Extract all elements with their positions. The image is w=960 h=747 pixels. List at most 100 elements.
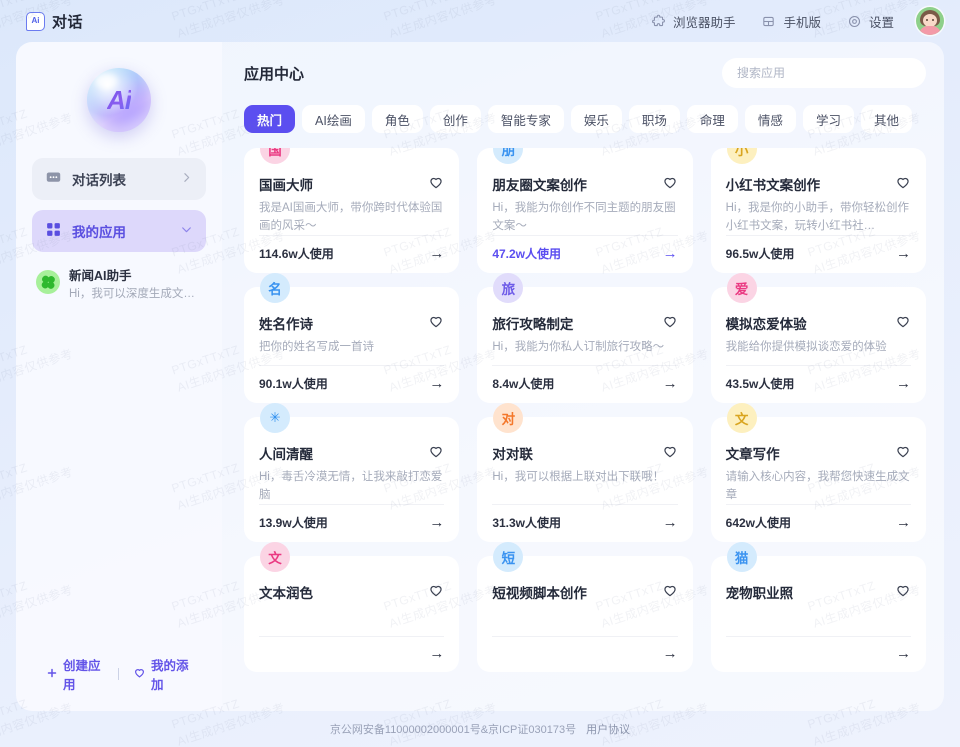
favorite-heart-icon[interactable] [662, 174, 678, 195]
category-tabs: 热门 AI绘画 角色 创作 智能专家 娱乐 职场 命理 情感 学习 其他 [244, 105, 926, 133]
search-box[interactable] [722, 58, 926, 88]
tab-9[interactable]: 学习 [802, 105, 854, 133]
arrow-right-icon[interactable]: → [429, 646, 444, 661]
arrow-right-icon[interactable]: → [663, 515, 678, 530]
tab-8[interactable]: 情感 [744, 105, 796, 133]
app-card[interactable]: 旅旅行攻略制定 Hi，我能为你私人订制旅行攻略～ 8.4w人使用 → [477, 273, 693, 403]
avatar-eye-right [932, 19, 934, 21]
nav-mobile-version[interactable]: 手机版 [761, 12, 821, 31]
app-card-footer: 8.4w人使用 → [492, 365, 678, 392]
sidebar-item-my-apps[interactable]: 我的应用 [32, 210, 206, 252]
app-card-avatar: 小 [726, 148, 757, 164]
favorite-heart-icon[interactable] [895, 582, 911, 603]
my-favorites-button[interactable]: 我的添加 [119, 655, 206, 693]
nav-browser-assistant-label: 浏览器助手 [672, 15, 736, 30]
arrow-right-icon[interactable]: → [896, 376, 911, 391]
app-card-title: 人间清醒 [259, 447, 313, 462]
search-input[interactable] [737, 66, 911, 80]
favorite-heart-icon[interactable] [428, 313, 444, 334]
favorite-heart-icon[interactable] [895, 174, 911, 195]
tab-10[interactable]: 其他 [860, 105, 912, 133]
app-shell: Ai 对话列表 我的应用 新闻AI助手 Hi，我可以深度生成文案 创建应用 我的… [16, 42, 944, 711]
app-card-header: 文本润色 [259, 582, 444, 603]
sidebar-footer: 创建应用 我的添加 [32, 641, 206, 711]
tab-7[interactable]: 命理 [686, 105, 738, 133]
brand[interactable]: Ai 对话 [26, 11, 83, 32]
top-bar: Ai 对话 浏览器助手 手机版 设置 [0, 0, 960, 42]
sidebar-app-item[interactable]: 新闻AI助手 Hi，我可以深度生成文案，也可… [32, 262, 206, 308]
app-card-header: 人间清醒 [259, 443, 444, 464]
avatar[interactable] [916, 7, 944, 35]
plus-icon [46, 667, 58, 682]
app-card-title: 文本润色 [259, 586, 313, 601]
nav-browser-assistant[interactable]: 浏览器助手 [651, 12, 736, 31]
favorite-heart-icon[interactable] [662, 313, 678, 334]
app-card-title: 小红书文案创作 [725, 178, 821, 193]
favorite-heart-icon[interactable] [895, 443, 911, 464]
arrow-right-icon[interactable]: → [663, 646, 678, 661]
app-card[interactable]: 短短视频脚本创作 → [477, 542, 693, 672]
app-card-footer: 90.1w人使用 → [259, 365, 445, 392]
app-card[interactable]: 小小红书文案创作 Hi，我是你的小助手，带你轻松创作小红书文案，玩转小红书社… 96… [710, 148, 926, 273]
grid-icon [45, 221, 62, 241]
tab-4[interactable]: 智能专家 [487, 105, 564, 133]
chat-icon [45, 169, 62, 189]
favorite-heart-icon[interactable] [428, 582, 444, 603]
sidebar-item-chat-list[interactable]: 对话列表 [32, 158, 206, 200]
tab-6[interactable]: 职场 [628, 105, 680, 133]
nav-settings[interactable]: 设置 [847, 12, 894, 31]
app-card-header: 宠物职业照 [726, 582, 911, 603]
arrow-right-icon[interactable]: → [896, 515, 911, 530]
app-card-title: 模拟恋爱体验 [725, 317, 807, 332]
arrow-right-icon[interactable]: → [429, 515, 444, 530]
favorite-heart-icon[interactable] [428, 174, 444, 195]
tab-label: 智能专家 [500, 113, 551, 128]
app-card[interactable]: 文文章写作 请输入核心内容，我帮您快速生成文章 642w人使用 → [710, 403, 926, 542]
app-card-avatar: 国 [260, 148, 290, 164]
app-card-usage-count: 90.1w人使用 [259, 377, 328, 391]
arrow-right-icon[interactable]: → [896, 646, 911, 661]
brand-logo-icon: Ai [26, 11, 45, 31]
app-card-avatar: 旅 [493, 273, 524, 303]
sidebar-item-my-apps-label: 我的应用 [72, 225, 126, 240]
app-card-footer: 47.2w人使用 → [492, 235, 678, 262]
tab-5[interactable]: 娱乐 [570, 105, 622, 133]
app-card-header: 国画大师 [259, 174, 444, 195]
tab-label: 其他 [873, 113, 899, 128]
arrow-right-icon[interactable]: → [429, 376, 444, 391]
content-header: 应用中心 [244, 58, 926, 88]
favorite-heart-icon[interactable] [895, 313, 911, 334]
tab-2[interactable]: 角色 [371, 105, 423, 133]
app-card-description: Hi，我能为你私人订制旅行攻略～ [492, 341, 665, 353]
tab-0[interactable]: 热门 [244, 105, 296, 133]
tab-label: 命理 [699, 113, 725, 128]
favorite-heart-icon[interactable] [662, 582, 678, 603]
app-card[interactable]: 朋朋友圈文案创作 Hi，我能为你创作不同主题的朋友圈文案～ 47.2w人使用 → [477, 148, 693, 273]
clover-icon [36, 270, 60, 294]
create-app-button[interactable]: 创建应用 [32, 655, 118, 693]
app-card[interactable]: 对对对联 Hi，我可以根据上联对出下联哦！ 31.3w人使用 → [477, 403, 693, 542]
app-card[interactable]: ✳ 人间清醒 Hi，毒舌冷漠无情，让我来敲打恋爱脑 13.9w人使用 → [244, 403, 460, 542]
app-card-avatar: 对 [493, 403, 524, 433]
user-agreement-link[interactable]: 用户协议 [586, 721, 630, 737]
app-card[interactable]: 猫宠物职业照 → [710, 542, 926, 672]
favorite-heart-icon[interactable] [428, 443, 444, 464]
app-card-header: 小红书文案创作 [726, 174, 911, 195]
tab-1[interactable]: AI绘画 [302, 105, 365, 133]
arrow-right-icon[interactable]: → [663, 246, 678, 261]
app-card-usage-count: 96.5w人使用 [725, 247, 795, 261]
app-card[interactable]: 国国画大师 我是AI国画大师，带你跨时代体验国画的风采～ 114.6w人使用 → [244, 148, 460, 273]
app-card[interactable]: 名姓名作诗 把你的姓名写成一首诗 90.1w人使用 → [244, 273, 460, 403]
app-card-description: Hi，毒舌冷漠无情，让我来敲打恋爱脑 [259, 471, 443, 501]
app-card[interactable]: 爱模拟恋爱体验 我能给你提供模拟谈恋爱的体验 43.5w人使用 → [710, 273, 926, 403]
app-card-footer: → [725, 636, 911, 661]
mobile-icon [761, 14, 776, 29]
tab-3[interactable]: 创作 [429, 105, 481, 133]
arrow-right-icon[interactable]: → [896, 246, 911, 261]
arrow-right-icon[interactable]: → [663, 376, 678, 391]
app-card[interactable]: 文文本润色 → [244, 542, 460, 672]
arrow-right-icon[interactable]: → [429, 246, 444, 261]
app-card-avatar: 文 [726, 403, 757, 433]
tab-label: 情感 [757, 113, 783, 128]
favorite-heart-icon[interactable] [662, 443, 678, 464]
